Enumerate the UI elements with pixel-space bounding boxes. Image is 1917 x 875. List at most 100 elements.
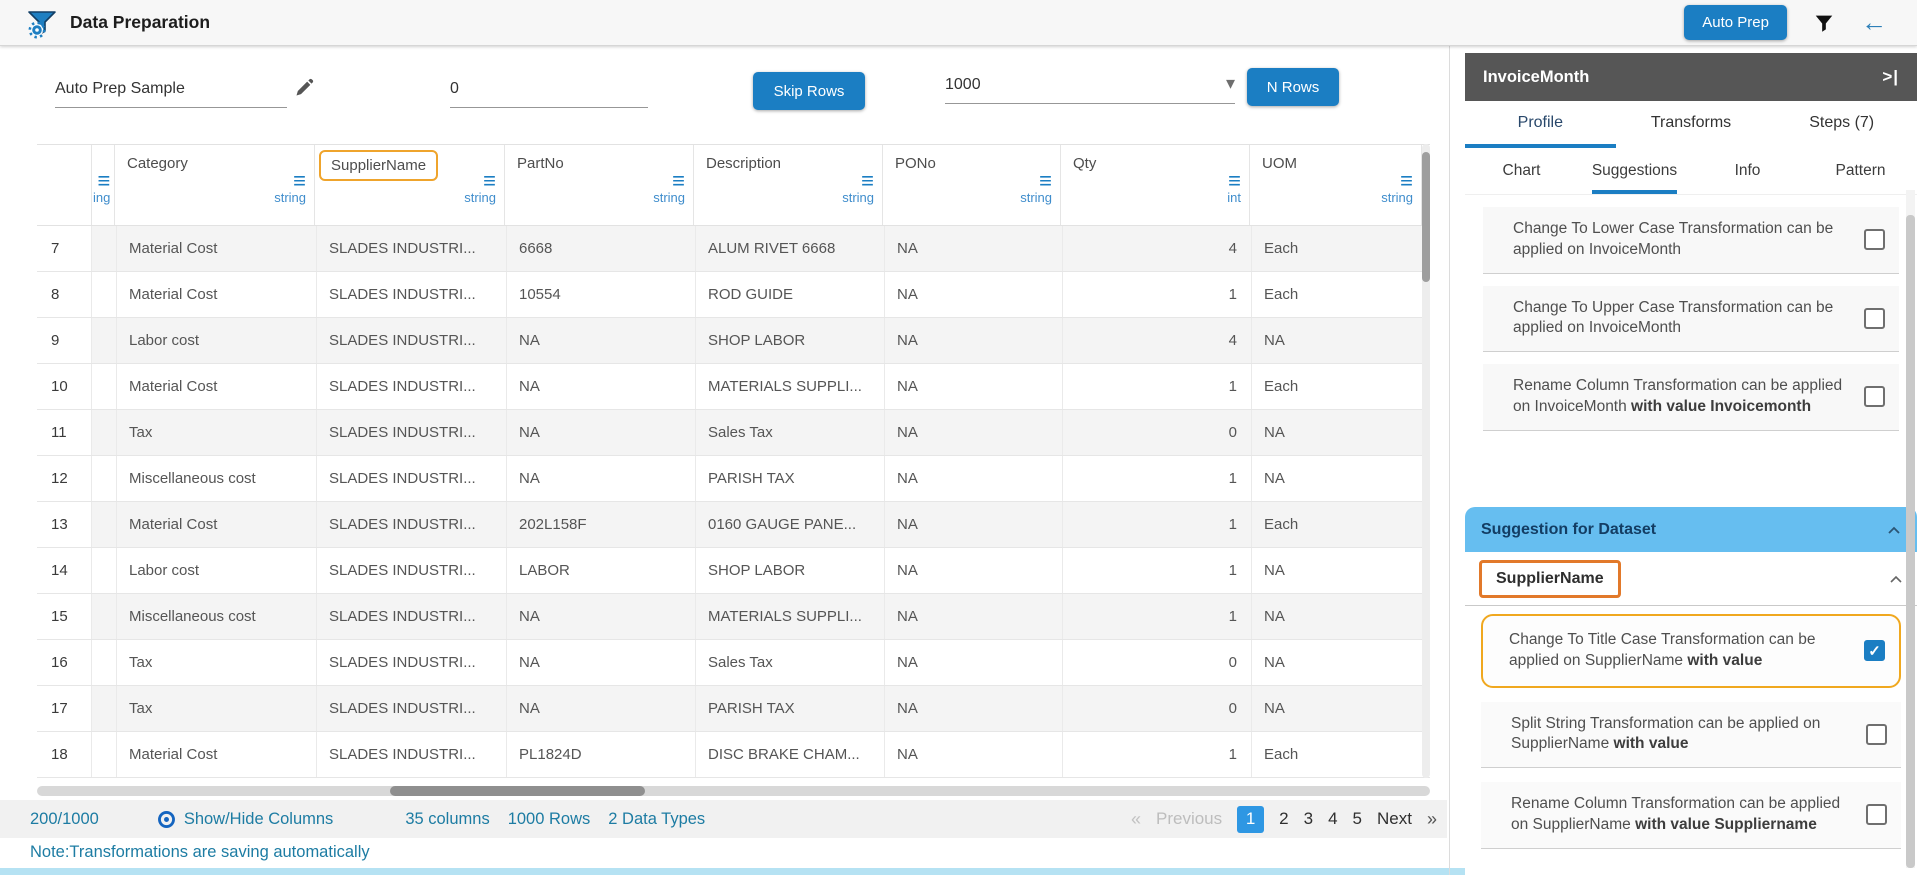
suggestion-checkbox[interactable] [1864, 229, 1885, 250]
panel-header: InvoiceMonth >| [1465, 53, 1917, 101]
column-menu-icon[interactable] [93, 174, 110, 188]
suggestion-checkbox[interactable] [1864, 640, 1885, 661]
column-menu-icon[interactable] [464, 174, 496, 188]
column-type-label: string [464, 190, 496, 205]
skip-rows-button[interactable]: Skip Rows [753, 72, 865, 110]
tab-transforms[interactable]: Transforms [1616, 101, 1767, 148]
app-logo-funnel-gear-icon [26, 7, 58, 39]
dataset-section-header[interactable]: Suggestion for Dataset [1465, 507, 1917, 552]
tab-profile[interactable]: Profile [1465, 101, 1616, 148]
column-menu-icon[interactable] [274, 174, 306, 188]
chevron-up-icon[interactable] [1889, 574, 1903, 584]
suggestion-text: Change To Title Case Transformation can … [1509, 630, 1841, 672]
column-header-suppliername[interactable]: SupplierName string [315, 145, 505, 225]
table-row[interactable]: 9 Labor cost SLADES INDUSTRI... NA SHOP … [37, 318, 1430, 364]
subtab-pattern[interactable]: Pattern [1804, 148, 1917, 194]
table-row[interactable]: 13 Material Cost SLADES INDUSTRI... 202L… [37, 502, 1430, 548]
panel-subtabs: Chart Suggestions Info Pattern [1465, 148, 1917, 195]
suggestion-text: Change To Upper Case Transformation can … [1513, 298, 1845, 340]
table-vertical-scrollbar[interactable] [1422, 144, 1430, 778]
column-type-label: string [1381, 190, 1413, 205]
collapse-panel-icon[interactable]: >| [1882, 67, 1899, 87]
panel-tabs: Profile Transforms Steps (7) [1465, 101, 1917, 148]
auto-prep-button[interactable]: Auto Prep [1684, 5, 1787, 40]
column-type-label: ing [93, 190, 110, 205]
suggestion-item: Change To Upper Case Transformation can … [1483, 286, 1899, 353]
page-button-1[interactable]: 1 [1237, 806, 1264, 833]
table-horizontal-scrollbar[interactable] [37, 786, 1430, 796]
table-row[interactable]: 8 Material Cost SLADES INDUSTRI... 10554… [37, 272, 1430, 318]
sample-name-input[interactable]: Auto Prep Sample [55, 62, 287, 108]
column-menu-icon[interactable] [1020, 174, 1052, 188]
table-row[interactable]: 10 Material Cost SLADES INDUSTRI... NA M… [37, 364, 1430, 410]
table-row[interactable]: 17 Tax SLADES INDUSTRI... NA PARISH TAX … [37, 686, 1430, 732]
skip-rows-input[interactable]: 0 [450, 62, 648, 108]
panel-scrollbar-thumb[interactable] [1906, 215, 1915, 868]
dataset-column-row[interactable]: SupplierName [1465, 552, 1917, 606]
next-arrow-icon[interactable]: » [1427, 809, 1437, 830]
table-row[interactable]: 12 Miscellaneous cost SLADES INDUSTRI...… [37, 456, 1430, 502]
sample-name-value: Auto Prep Sample [55, 80, 185, 98]
chevron-up-icon[interactable] [1887, 525, 1901, 535]
previous-arrow-icon[interactable]: « [1131, 809, 1141, 830]
column-menu-icon[interactable] [1381, 174, 1413, 188]
column-type-label: string [1020, 190, 1052, 205]
autosave-note: Note:Transformations are saving automati… [30, 843, 370, 862]
rows-count: 1000 Rows [508, 810, 591, 829]
back-arrow-icon[interactable] [1861, 9, 1887, 36]
column-type-label: string [274, 190, 306, 205]
column-header-description[interactable]: Description string [694, 145, 883, 225]
filter-icon[interactable] [1813, 12, 1835, 34]
chevron-down-icon [1226, 73, 1235, 94]
grid-header-row: ing Category string SupplierName string … [37, 144, 1430, 226]
n-rows-select[interactable]: 1000 [945, 58, 1235, 104]
table-row[interactable]: 15 Miscellaneous cost SLADES INDUSTRI...… [37, 594, 1430, 640]
table-row[interactable]: 16 Tax SLADES INDUSTRI... NA Sales Tax N… [37, 640, 1430, 686]
column-type-label: string [653, 190, 685, 205]
previous-page-button[interactable]: Previous [1156, 809, 1222, 829]
subtab-chart[interactable]: Chart [1465, 148, 1578, 194]
column-header-uom[interactable]: UOM string [1250, 145, 1422, 225]
show-hide-columns-link[interactable]: Show/Hide Columns [157, 810, 333, 829]
page-button-5[interactable]: 5 [1353, 809, 1362, 829]
pagination: « Previous 1 2 3 4 5 Next » [1131, 806, 1447, 833]
column-header-partno[interactable]: PartNo string [505, 145, 694, 225]
edit-pencil-icon[interactable] [294, 78, 314, 103]
page-button-4[interactable]: 4 [1328, 809, 1337, 829]
next-page-button[interactable]: Next [1377, 809, 1412, 829]
page-button-3[interactable]: 3 [1304, 809, 1313, 829]
suggestion-checkbox[interactable] [1864, 308, 1885, 329]
subtab-info[interactable]: Info [1691, 148, 1804, 194]
dataset-summary: 35 columns 1000 Rows 2 Data Types [405, 810, 705, 829]
page-button-2[interactable]: 2 [1279, 809, 1288, 829]
table-row[interactable]: 18 Material Cost SLADES INDUSTRI... PL18… [37, 732, 1430, 778]
suggestion-checkbox[interactable] [1864, 386, 1885, 407]
suggestion-item: Rename Column Transformation can be appl… [1481, 782, 1901, 849]
column-menu-icon[interactable] [1227, 174, 1241, 188]
page-title: Data Preparation [70, 12, 210, 33]
suggestion-text: Split String Transformation can be appli… [1511, 714, 1843, 756]
column-header-category[interactable]: Category string [115, 145, 315, 225]
n-rows-button[interactable]: N Rows [1247, 68, 1339, 106]
scrollbar-thumb[interactable] [390, 786, 645, 796]
highlighted-dataset-column: SupplierName [1479, 560, 1621, 598]
tab-steps[interactable]: Steps (7) [1766, 101, 1917, 148]
suggestion-item: Change To Lower Case Transformation can … [1483, 207, 1899, 274]
table-row[interactable]: 14 Labor cost SLADES INDUSTRI... LABOR S… [37, 548, 1430, 594]
table-row[interactable]: 7 Material Cost SLADES INDUSTRI... 6668 … [37, 226, 1430, 272]
suggestion-checkbox[interactable] [1866, 804, 1887, 825]
subtab-suggestions[interactable]: Suggestions [1578, 148, 1691, 194]
column-header-qty[interactable]: Qty int [1061, 145, 1250, 225]
suggestion-item-selected: Change To Title Case Transformation can … [1481, 614, 1901, 688]
row-count-indicator: 200/1000 [30, 810, 99, 829]
highlighted-column-name: SupplierName [319, 150, 438, 181]
data-preparation-app: Data Preparation Auto Prep Auto Prep Sam… [0, 0, 1917, 875]
column-header-pono[interactable]: PONo string [883, 145, 1061, 225]
partial-column-header: ing [92, 145, 115, 225]
table-row[interactable]: 11 Tax SLADES INDUSTRI... NA Sales Tax N… [37, 410, 1430, 456]
column-menu-icon[interactable] [653, 174, 685, 188]
suggestion-checkbox[interactable] [1866, 724, 1887, 745]
column-menu-icon[interactable] [842, 174, 874, 188]
scrollbar-thumb[interactable] [1422, 152, 1430, 282]
status-bar: 200/1000 Show/Hide Columns 35 columns 10… [0, 800, 1447, 838]
